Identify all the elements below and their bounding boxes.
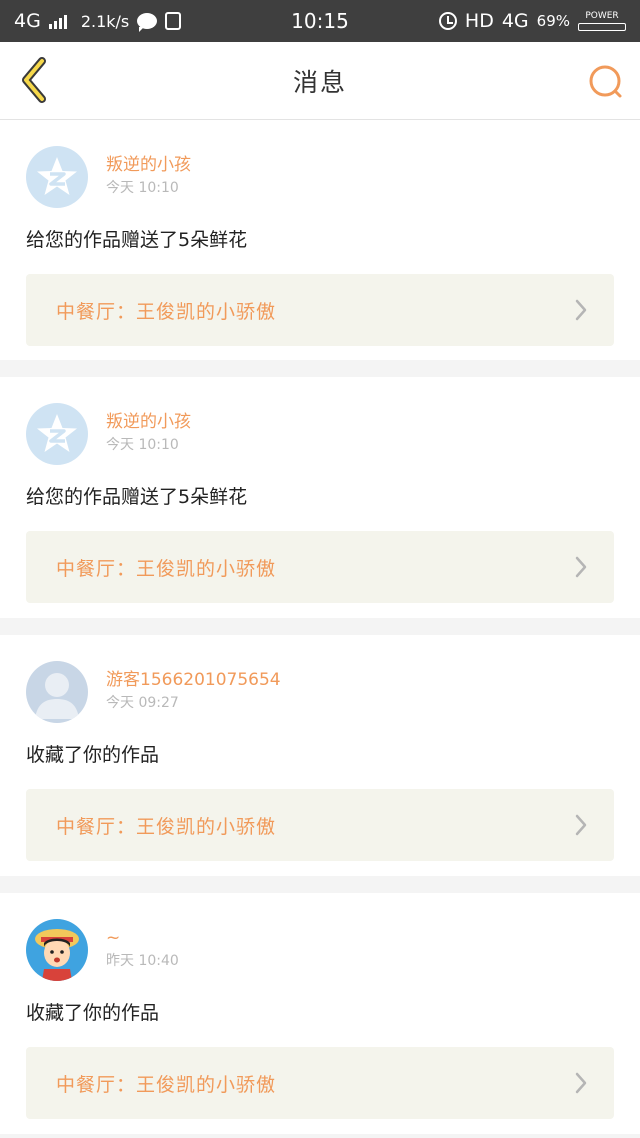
- status-right: HD 4G 69% POWER: [438, 10, 626, 32]
- timestamp: 今天 09:27: [106, 695, 179, 711]
- chevron-right-icon: [574, 299, 588, 321]
- search-icon: [589, 65, 622, 98]
- network2-label: 4G: [501, 10, 529, 32]
- message-card: 叛逆的小孩 今天 10:10 给您的作品赠送了5朵鲜花 中餐厅：王俊凯的小骄傲: [0, 377, 640, 618]
- message-text: 给您的作品赠送了5朵鲜花: [26, 486, 248, 508]
- message-bubble-icon: [137, 13, 158, 32]
- header: 消息: [0, 42, 640, 120]
- user-meta: ~ 昨天 10:40: [106, 919, 179, 971]
- message-text: 收藏了你的作品: [26, 1002, 160, 1024]
- work-title: 中餐厅：王俊凯的小骄傲: [56, 815, 277, 838]
- message-card: ~ 昨天 10:40 收藏了你的作品 中餐厅：王俊凯的小骄傲: [0, 893, 640, 1134]
- user-row: 游客1566201075654 今天 09:27: [26, 661, 614, 723]
- message-card: 游客1566201075654 今天 09:27 收藏了你的作品 中餐厅：王俊凯…: [0, 635, 640, 876]
- battery-label: POWER: [585, 11, 619, 21]
- battery-icon: POWER: [578, 11, 626, 31]
- timestamp: 昨天 10:40: [106, 953, 179, 969]
- network-speed: 2.1k/s: [80, 11, 130, 31]
- username[interactable]: 游客1566201075654: [106, 669, 281, 691]
- chevron-right-icon: [574, 814, 588, 836]
- default-user-icon: [35, 673, 79, 719]
- back-button[interactable]: [14, 57, 54, 103]
- work-link[interactable]: 中餐厅：王俊凯的小骄傲: [26, 274, 614, 346]
- work-link[interactable]: 中餐厅：王俊凯的小骄傲: [26, 789, 614, 861]
- work-title: 中餐厅：王俊凯的小骄傲: [56, 557, 277, 580]
- avatar[interactable]: [26, 919, 88, 981]
- status-bar: 4G 2.1k/s 10:15 HD 4G 69% POWER: [0, 0, 640, 42]
- message-card: 叛逆的小孩 今天 10:10 给您的作品赠送了5朵鲜花 中餐厅：王俊凯的小骄傲: [0, 120, 640, 360]
- message-text: 收藏了你的作品: [26, 744, 160, 766]
- qzone-star-icon: [37, 414, 77, 452]
- chevron-right-icon: [574, 556, 588, 578]
- battery-percent: 69%: [536, 12, 570, 30]
- status-left: 4G 2.1k/s: [14, 10, 182, 32]
- timestamp: 今天 10:10: [106, 180, 179, 196]
- alarm-icon: [438, 12, 457, 30]
- chevron-left-icon: [22, 57, 46, 103]
- cartoon-character-icon: [35, 929, 79, 981]
- work-link[interactable]: 中餐厅：王俊凯的小骄傲: [26, 531, 614, 603]
- work-title: 中餐厅：王俊凯的小骄傲: [56, 300, 277, 323]
- user-row: 叛逆的小孩 今天 10:10: [26, 403, 614, 465]
- hd-label: HD: [464, 10, 494, 32]
- avatar[interactable]: [26, 403, 88, 465]
- network-label: 4G: [14, 10, 41, 32]
- user-meta: 游客1566201075654 今天 09:27: [106, 661, 281, 713]
- user-row: ~ 昨天 10:40: [26, 919, 614, 981]
- user-meta: 叛逆的小孩 今天 10:10: [106, 403, 191, 455]
- username[interactable]: ~: [106, 927, 179, 949]
- timestamp: 今天 10:10: [106, 437, 179, 453]
- username[interactable]: 叛逆的小孩: [106, 411, 191, 433]
- avatar[interactable]: [26, 661, 88, 723]
- search-button[interactable]: [586, 62, 626, 102]
- qzone-star-icon: [37, 157, 77, 195]
- page-title: 消息: [292, 67, 347, 97]
- work-link[interactable]: 中餐厅：王俊凯的小骄傲: [26, 1047, 614, 1119]
- database-icon: [165, 12, 182, 30]
- user-row: 叛逆的小孩 今天 10:10: [26, 146, 614, 208]
- work-title: 中餐厅：王俊凯的小骄傲: [56, 1073, 277, 1096]
- avatar[interactable]: [26, 146, 88, 208]
- signal-icon: [48, 13, 67, 29]
- username[interactable]: 叛逆的小孩: [106, 154, 191, 176]
- user-meta: 叛逆的小孩 今天 10:10: [106, 146, 191, 198]
- chevron-right-icon: [574, 1072, 588, 1094]
- message-list: 叛逆的小孩 今天 10:10 给您的作品赠送了5朵鲜花 中餐厅：王俊凯的小骄傲 …: [0, 120, 640, 1138]
- message-text: 给您的作品赠送了5朵鲜花: [26, 229, 248, 251]
